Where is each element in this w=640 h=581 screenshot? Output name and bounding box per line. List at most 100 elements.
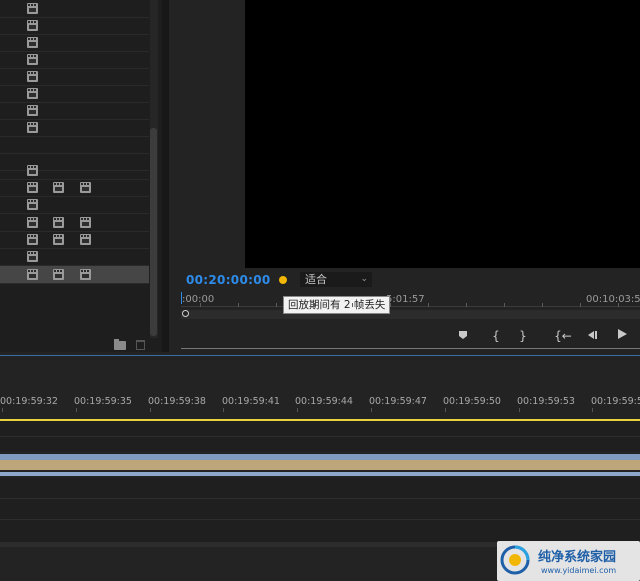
mini-ruler-tick	[200, 303, 201, 307]
site-logo-icon	[500, 545, 530, 575]
mini-ruler-tick	[428, 303, 429, 307]
clip-icon	[27, 182, 38, 193]
ruler-tick	[2, 408, 3, 412]
ruler-label: 00:19:59:56	[591, 396, 640, 407]
project-list-item[interactable]	[0, 214, 149, 232]
step-back-button[interactable]	[584, 328, 600, 344]
ruler-tick	[75, 408, 77, 412]
mini-ruler-tick	[352, 303, 353, 307]
mini-timeline-end-label: 00:10:03:55	[586, 294, 640, 305]
audio-track[interactable]	[0, 478, 640, 542]
clip-icon	[27, 20, 38, 31]
clip-icon	[27, 37, 38, 48]
trash-icon[interactable]	[136, 340, 145, 350]
go-to-in-button[interactable]: {←	[552, 328, 574, 344]
project-list-item[interactable]	[0, 196, 149, 214]
project-panel	[0, 0, 162, 352]
mini-ruler-tick	[276, 303, 277, 307]
clip-icon	[27, 199, 38, 210]
track-divider	[0, 498, 640, 499]
play-button[interactable]	[614, 328, 630, 344]
mini-ruler-tick	[466, 303, 467, 307]
clip-icon	[80, 234, 91, 245]
ruler-label: 00:19:59:41	[222, 396, 280, 407]
folder-icon[interactable]	[114, 339, 126, 350]
clip-icon	[27, 269, 38, 280]
mini-timeline-scrub-bar[interactable]	[181, 310, 640, 319]
project-list-item[interactable]	[0, 17, 149, 35]
mini-timeline-start-label: :00:00	[182, 294, 215, 305]
mark-out-button[interactable]: }	[515, 328, 531, 344]
project-list-item[interactable]	[0, 179, 149, 197]
playhead-timecode[interactable]: 00:20:00:00	[186, 273, 271, 287]
mini-ruler-tick	[390, 303, 391, 307]
clip-icon	[53, 269, 64, 280]
ruler-label: 00:19:59:53	[517, 396, 575, 407]
mini-ruler-tick	[238, 303, 239, 307]
ruler-label: 00:19:59:44	[295, 396, 353, 407]
clip-icon	[27, 88, 38, 99]
clip-icon	[53, 182, 64, 193]
scrub-handle[interactable]	[182, 310, 189, 317]
zoom-fit-select[interactable]: 适合 ⌄	[300, 272, 372, 287]
clip-icon	[27, 165, 38, 176]
clip-icon	[53, 234, 64, 245]
ruler-tick	[223, 408, 225, 412]
track-divider	[0, 436, 640, 437]
project-list-item-selected[interactable]	[0, 266, 149, 284]
ruler-label: 00:19:59:50	[443, 396, 501, 407]
clip-icon	[53, 217, 64, 228]
ruler-tick	[149, 408, 151, 412]
ruler-tick	[592, 408, 594, 412]
mini-ruler-tick	[504, 303, 505, 307]
mini-playhead[interactable]	[181, 292, 182, 304]
add-marker-button[interactable]	[455, 328, 471, 344]
video-preview	[245, 0, 640, 268]
play-icon	[618, 329, 627, 339]
clip-icon	[27, 71, 38, 82]
project-list-item[interactable]	[0, 162, 149, 180]
mark-in-button[interactable]: {	[488, 328, 504, 344]
project-list-item[interactable]	[0, 0, 149, 18]
controls-separator	[181, 348, 640, 349]
project-list-item[interactable]	[0, 248, 149, 266]
clip-icon	[80, 182, 91, 193]
clip-icon	[80, 269, 91, 280]
video-clip[interactable]	[0, 460, 640, 470]
ruler-tick	[444, 408, 446, 412]
marker-dot-icon	[279, 276, 287, 284]
ruler-tick	[371, 408, 372, 412]
watermark-title: 纯净系统家园	[538, 550, 617, 565]
clip-icon	[27, 234, 38, 245]
project-list-item[interactable]	[0, 231, 149, 249]
step-back-icon	[588, 331, 597, 339]
mini-timeline-ruler	[181, 306, 640, 307]
project-list-item[interactable]	[0, 119, 149, 137]
watermark-url: www.yidaimei.com	[541, 566, 617, 575]
project-list-item[interactable]	[0, 85, 149, 103]
audio-clip[interactable]	[0, 472, 640, 476]
mini-ruler-tick	[618, 303, 619, 307]
project-list-item[interactable]	[0, 34, 149, 52]
dropped-frames-tooltip: 回放期间有 2 帧丢失	[283, 296, 391, 314]
mini-ruler-tick	[580, 303, 581, 307]
project-list-item[interactable]	[0, 51, 149, 69]
project-list-item[interactable]	[0, 102, 149, 120]
project-list-item[interactable]	[0, 68, 149, 86]
ruler-label: 00:19:59:32	[0, 396, 58, 407]
ruler-tick	[518, 408, 520, 412]
clip-icon	[27, 54, 38, 65]
mini-ruler-tick	[314, 303, 315, 307]
marker-icon	[459, 331, 467, 339]
panel-divider[interactable]	[162, 0, 169, 352]
ruler-tick	[297, 408, 299, 412]
zoom-fit-label: 适合	[305, 273, 327, 286]
clip-icon	[27, 3, 38, 14]
clip-icon	[27, 217, 38, 228]
mini-ruler-tick	[542, 303, 543, 307]
mini-timeline-mid-label: 5:01:57	[386, 294, 425, 305]
clip-icon	[27, 105, 38, 116]
project-scrollbar-thumb[interactable]	[150, 128, 157, 336]
project-list-item[interactable]	[0, 136, 149, 154]
chevron-down-icon: ⌄	[360, 274, 368, 284]
